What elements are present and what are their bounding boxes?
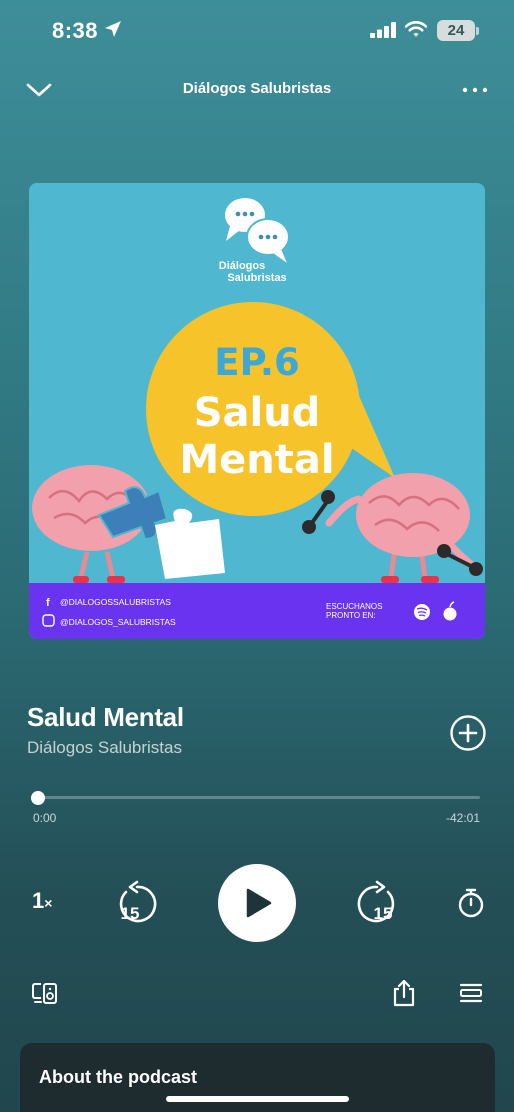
device-icon[interactable] — [31, 980, 59, 1006]
timer-icon[interactable] — [456, 886, 486, 920]
battery-indicator: 24 — [437, 20, 475, 41]
now-playing-header: Diálogos Salubristas — [0, 70, 514, 110]
show-name[interactable]: Diálogos Salubristas — [27, 738, 182, 758]
instagram-handle: @DIALOGOS_SALUBRISTAS — [60, 617, 176, 627]
more-icon[interactable] — [462, 78, 488, 102]
episode-title: Salud Mental — [27, 702, 184, 732]
battery-tip — [476, 27, 479, 35]
home-indicator[interactable] — [166, 1096, 349, 1102]
skip-forward-button[interactable]: 15 — [354, 880, 400, 926]
logo-text-line2: Salubristas — [227, 272, 286, 284]
episode-tag: EP.6 — [214, 341, 299, 384]
artwork-headline-line2: Mental — [179, 437, 334, 483]
facebook-icon: f — [46, 597, 50, 609]
skip-forward-icon: 15 — [357, 880, 395, 923]
status-time: 8:38 — [52, 18, 99, 43]
elapsed-time: 0:00 — [33, 811, 57, 825]
artwork-headline-line1: Salud — [194, 390, 321, 436]
about-title: About the podcast — [39, 1067, 197, 1087]
progress-bar[interactable] — [36, 796, 480, 799]
logo-text-line1: Diálogos — [219, 260, 265, 272]
wifi-icon — [405, 21, 427, 37]
artwork-illustration: Diálogos Salubristas EP.6 Salud Mental f… — [29, 183, 485, 639]
spotify-icon — [414, 604, 430, 620]
signal-icon — [370, 22, 396, 38]
status-bar: 8:38 24 — [0, 0, 514, 62]
skip-back-button[interactable]: 15 — [114, 880, 160, 926]
skip-back-icon: 15 — [119, 880, 157, 923]
progress-handle[interactable] — [31, 791, 45, 805]
queue-icon[interactable] — [459, 982, 483, 1004]
speed-suffix: × — [44, 895, 53, 911]
listen-cta-line1: ESCUCHANOS — [326, 602, 382, 611]
skip-forward-seconds: 15 — [374, 904, 393, 923]
listen-cta-line2: PRONTO EN: — [326, 611, 376, 620]
location-arrow-icon — [105, 21, 121, 37]
header-title: Diálogos Salubristas — [182, 80, 332, 97]
skip-back-seconds: 15 — [121, 904, 140, 923]
speed-value: 1 — [32, 888, 45, 913]
playback-speed-button[interactable]: 1× — [32, 888, 52, 914]
plus-circle-icon[interactable] — [449, 714, 487, 752]
play-icon — [246, 888, 272, 918]
play-button[interactable] — [218, 864, 296, 942]
share-icon[interactable] — [391, 978, 417, 1008]
facebook-handle: @DIALOGOSSALUBRISTAS — [60, 597, 171, 607]
remaining-time: -42:01 — [445, 811, 480, 825]
podcast-artwork: Diálogos Salubristas EP.6 Salud Mental f… — [29, 183, 485, 639]
